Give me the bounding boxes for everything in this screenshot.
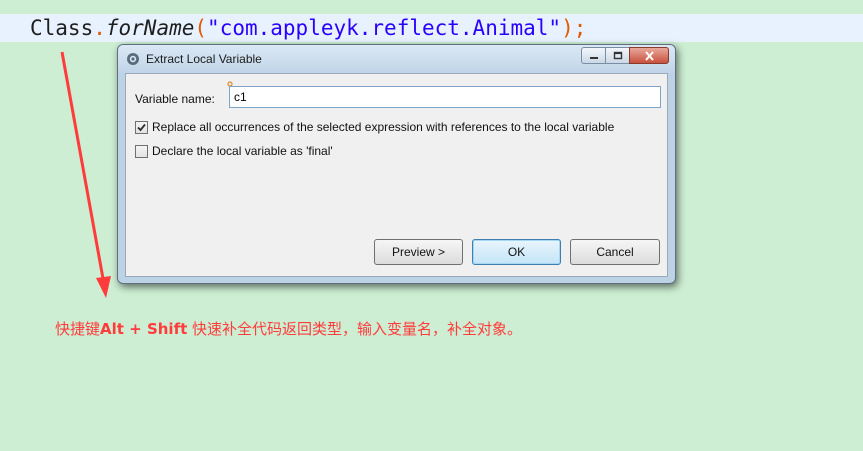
code-token-open-paren: ( <box>194 16 208 40</box>
arrow-shaft <box>60 51 106 285</box>
dialog-client-area: Variable name: c1 Replace all occurrence… <box>125 73 668 277</box>
close-icon <box>644 50 654 61</box>
declare-final-option[interactable]: Declare the local variable as 'final' <box>135 143 333 159</box>
cancel-button[interactable]: Cancel <box>570 239 660 265</box>
code-token-close: ); <box>561 16 587 40</box>
annotation-shortcut: Alt + Shift <box>100 320 188 338</box>
annotation-suffix: 快速补全代码返回类型，输入变量名，补全对象。 <box>187 320 523 338</box>
code-token-class: Class <box>30 16 94 40</box>
variable-name-label: Variable name: <box>135 92 215 106</box>
checkmark-icon <box>137 123 146 131</box>
preview-button[interactable]: Preview > <box>374 239 463 265</box>
minimize-icon <box>589 56 598 59</box>
minimize-button[interactable] <box>581 47 606 64</box>
extract-local-variable-dialog: Extract Local Variable Variable name: c1… <box>117 44 676 284</box>
code-token-string: "com.appleyk.reflect.Animal" <box>207 16 562 40</box>
variable-name-input[interactable]: c1 <box>229 86 661 108</box>
eclipse-gear-icon <box>127 53 139 65</box>
declare-final-checkbox[interactable] <box>135 144 148 158</box>
replace-all-label: Replace all occurrences of the selected … <box>152 120 615 134</box>
dialog-titlebar[interactable]: Extract Local Variable <box>118 45 675 73</box>
code-token-method: forName <box>105 16 195 40</box>
window-controls <box>581 47 669 64</box>
close-button[interactable] <box>629 47 669 64</box>
arrow-head-icon <box>96 276 111 298</box>
annotation-prefix: 快捷键 <box>55 320 101 338</box>
dialog-title: Extract Local Variable <box>146 52 262 66</box>
restore-icon <box>613 51 622 60</box>
replace-all-option[interactable]: Replace all occurrences of the selected … <box>135 119 614 135</box>
restore-button[interactable] <box>605 47 630 64</box>
declare-final-label: Declare the local variable as 'final' <box>152 144 333 158</box>
code-line[interactable]: Class.forName("com.appleyk.reflect.Anima… <box>30 14 586 42</box>
replace-all-checkbox[interactable] <box>135 120 148 134</box>
shortcut-annotation: 快捷键Alt + Shift 快速补全代码返回类型，输入变量名，补全对象。 <box>55 318 522 339</box>
ok-button[interactable]: OK <box>472 239 561 265</box>
code-token-dot: . <box>93 16 106 40</box>
